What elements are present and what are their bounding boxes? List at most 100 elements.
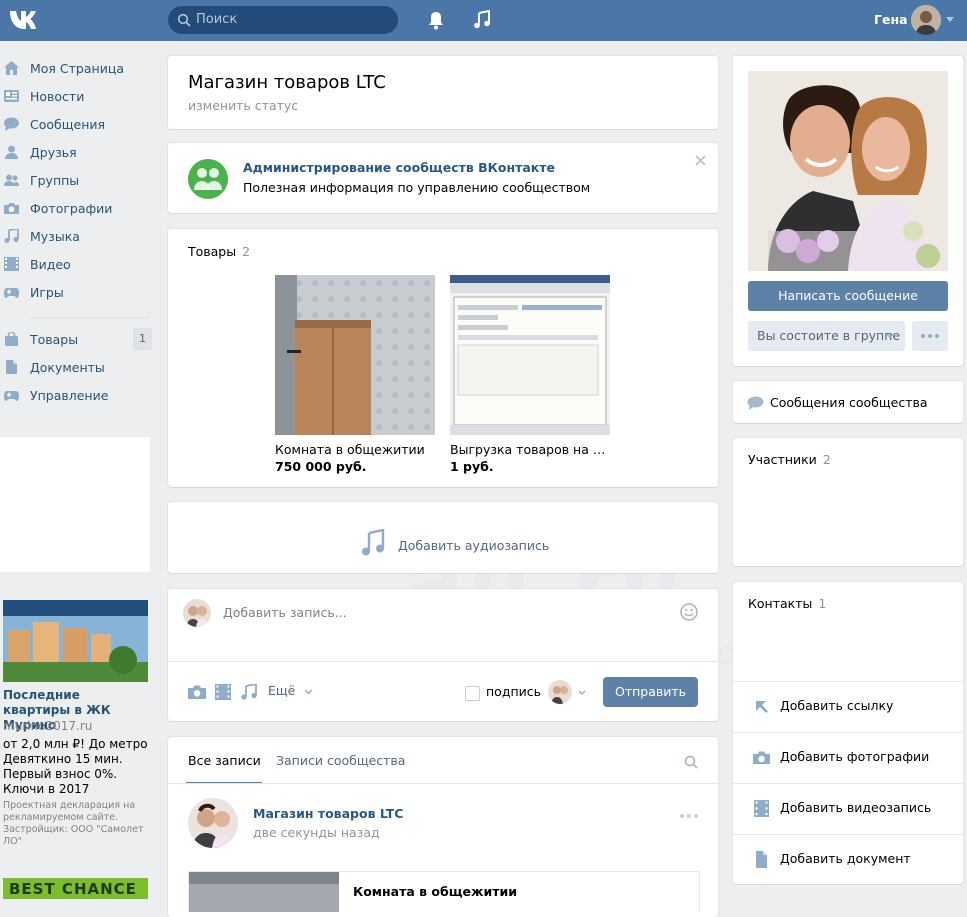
membership-status-button[interactable]: Вы состоите в группе [748, 321, 905, 351]
community-messages-card[interactable]: Сообщения сообщества [733, 381, 963, 423]
ad-banner-2-text: BEST CHANCE [9, 880, 137, 898]
news-icon [4, 90, 19, 102]
wall-card: Все записи Записи сообщества Магазин тов… [168, 737, 718, 917]
sidebar-item-video[interactable]: Видео [0, 250, 152, 278]
top-bar: Поиск Гена [0, 0, 967, 41]
tab-all-posts[interactable]: Все записи [188, 753, 261, 768]
members-card: Участники 2 [733, 438, 963, 566]
video-icon [4, 257, 19, 271]
product-item[interactable]: Выгрузка товаров на сайт 1 руб. [450, 275, 610, 474]
post-composer: Добавить запись... Ещё подпись Отправить [168, 589, 718, 721]
chevron-down-icon [304, 689, 313, 695]
community-messages-label: Сообщения сообщества [770, 395, 928, 410]
home-icon [4, 61, 19, 75]
friends-icon [5, 145, 18, 159]
post-author-avatar[interactable] [188, 798, 238, 848]
sidebar-item-documents[interactable]: Документы [0, 353, 152, 381]
goods-card: Товары 2 Комната в общежитии 750 000 руб. [168, 229, 718, 487]
tabs-divider [168, 783, 718, 784]
composer-divider [168, 661, 718, 662]
camera-icon [753, 751, 770, 764]
product-image[interactable] [275, 275, 435, 435]
attachment-title: Комната в общежитии [353, 884, 517, 899]
search-icon[interactable] [684, 755, 698, 769]
add-photos-button[interactable]: Добавить фотографии [733, 732, 966, 783]
chevron-down-icon[interactable] [946, 17, 954, 23]
sidebar-item-news[interactable]: Новости [0, 82, 152, 110]
send-button[interactable]: Отправить [603, 677, 698, 707]
search-input[interactable]: Поиск [168, 6, 398, 34]
post-input[interactable]: Добавить запись... [223, 605, 347, 620]
sidebar-item-messages[interactable]: Сообщения [0, 110, 152, 138]
page-title: Магазин товаров LTC [188, 72, 386, 93]
post-attachment[interactable]: Комната в общежитии [188, 871, 700, 912]
vk-logo-icon[interactable] [8, 8, 38, 32]
contacts-card: Контакты 1 Добавить ссылку Добавить фотог… [733, 582, 966, 885]
sidebar-item-friends[interactable]: Друзья [0, 138, 152, 166]
close-icon[interactable] [695, 155, 706, 166]
more-attachments-button[interactable]: Ещё [268, 683, 313, 698]
ad-disclaimer: Проектная декларация на рекламируемом са… [3, 800, 144, 847]
goods-header[interactable]: Товары 2 [188, 244, 250, 259]
search-placeholder: Поиск [196, 12, 238, 27]
product-name[interactable]: Выгрузка товаров на сайт [450, 442, 610, 457]
bag-icon [5, 332, 18, 346]
more-actions-button[interactable] [912, 321, 948, 351]
post-time[interactable]: две секунды назад [253, 825, 380, 840]
video-icon[interactable] [214, 684, 232, 700]
signature-label[interactable]: подпись [486, 684, 541, 699]
community-cover-card: Написать сообщение Вы состоите в группе [733, 56, 963, 366]
page-header-card: Магазин товаров LTC изменить статус [168, 56, 718, 129]
sidebar-item-music[interactable]: Музыка [0, 222, 152, 250]
attachment-thumbnail [189, 872, 339, 912]
music-note-icon[interactable] [473, 10, 491, 30]
document-icon [756, 851, 767, 868]
music-icon [362, 529, 385, 556]
camera-icon[interactable] [188, 684, 206, 700]
sidebar-item-photos[interactable]: Фотографии [0, 194, 152, 222]
ad-text: от 2,0 млн ₽! До метро Девяткино 15 мин.… [3, 737, 148, 796]
ad-domain[interactable]: murino2017.ru [3, 719, 92, 733]
sidebar-item-management[interactable]: Управление [0, 381, 152, 409]
ad-image[interactable] [3, 600, 148, 682]
admin-banner-subtitle: Полезная информация по управлению сообще… [243, 180, 591, 195]
add-audio-button[interactable]: Добавить аудиозапись [362, 529, 549, 556]
change-status-link[interactable]: изменить статус [188, 98, 298, 113]
product-image[interactable] [450, 275, 610, 435]
sidebar-item-goods[interactable]: Товары 1 [0, 325, 152, 353]
write-message-button[interactable]: Написать сообщение [748, 281, 948, 311]
chevron-down-icon [886, 333, 894, 338]
user-name[interactable]: Гена [874, 12, 908, 27]
link-icon [756, 701, 768, 713]
bell-icon[interactable] [427, 10, 445, 30]
product-price: 750 000 руб. [275, 459, 367, 474]
post-as-avatar[interactable] [548, 680, 572, 704]
admin-banner-title[interactable]: Администрирование сообществ ВКонтакте [243, 160, 555, 175]
signature-checkbox[interactable] [465, 686, 480, 701]
sidebar-item-groups[interactable]: Группы [0, 166, 152, 194]
search-icon [177, 13, 191, 27]
add-link-button[interactable]: Добавить ссылку [733, 681, 966, 732]
post-author[interactable]: Магазин товаров LTC [253, 806, 403, 821]
ad-banner-2[interactable]: BEST CHANCE [3, 878, 148, 899]
tab-community-posts[interactable]: Записи сообщества [276, 753, 405, 768]
product-price: 1 руб. [450, 459, 494, 474]
add-video-button[interactable]: Добавить видеозапись [733, 783, 966, 834]
add-document-button[interactable]: Добавить документ [733, 834, 966, 885]
more-options-icon[interactable] [679, 813, 699, 819]
chevron-down-icon[interactable] [578, 690, 586, 696]
user-avatar[interactable] [911, 5, 941, 35]
members-header[interactable]: Участники 2 [748, 452, 831, 467]
more-options-icon [921, 334, 939, 338]
emoji-icon[interactable] [680, 603, 698, 621]
product-name[interactable]: Комната в общежитии [275, 442, 435, 457]
sidebar-item-games[interactable]: Игры [0, 278, 152, 306]
product-item[interactable]: Комната в общежитии 750 000 руб. [275, 275, 435, 474]
contacts-header[interactable]: Контакты 1 [748, 596, 826, 611]
camera-icon [4, 203, 19, 214]
music-icon[interactable] [240, 684, 258, 700]
sidebar-item-my-page[interactable]: Моя Страница [0, 54, 152, 82]
goods-count-badge: 1 [133, 328, 152, 350]
community-photo[interactable] [748, 71, 948, 271]
community-admin-icon [188, 159, 228, 199]
